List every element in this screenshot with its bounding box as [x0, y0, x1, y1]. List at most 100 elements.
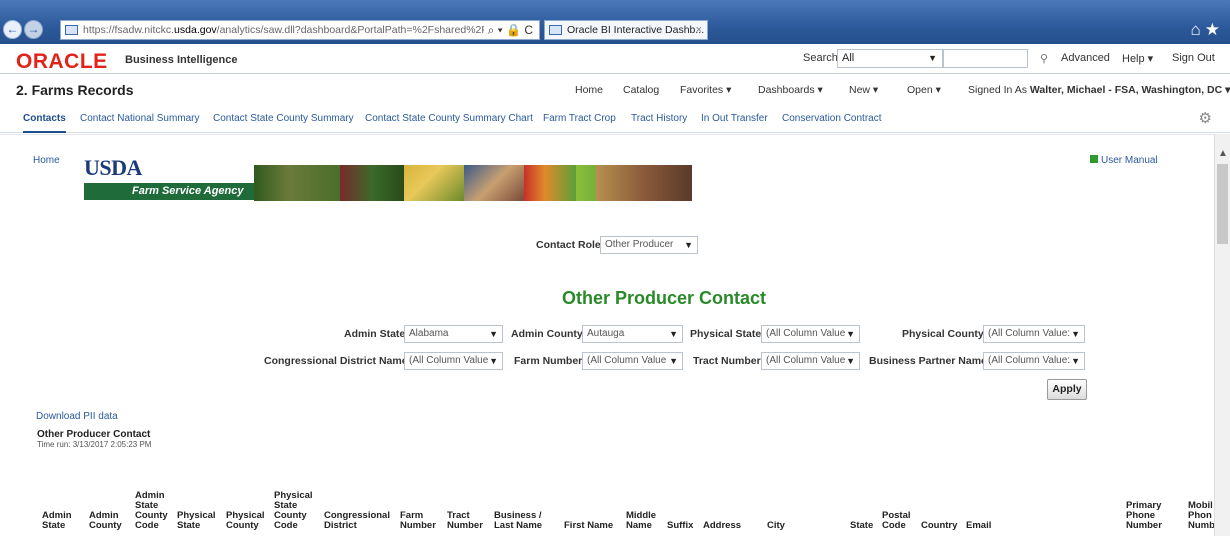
forward-arrow-icon[interactable]: →	[24, 20, 43, 39]
report-title: Other Producer Contact	[562, 288, 767, 308]
tab-farm-tract-crop[interactable]: Farm Tract Crop	[543, 113, 616, 124]
contact-role-select[interactable]: Other Producer ▼	[600, 236, 698, 254]
column-header[interactable]: First Name	[564, 521, 613, 531]
search-scope-select[interactable]: All ▼	[837, 49, 943, 68]
tab-title: Oracle BI Interactive Dashb...	[567, 24, 705, 36]
tab-conservation-contract[interactable]: Conservation Contract	[782, 113, 882, 124]
menu-catalog[interactable]: Catalog	[623, 84, 659, 96]
advanced-link[interactable]: Advanced	[1061, 52, 1110, 64]
table-header: Admin State Admin County Admin State Cou…	[36, 475, 1215, 535]
admin-county-select[interactable]: Autauga ▼	[582, 325, 683, 343]
flag-icon	[1090, 155, 1098, 163]
menu-home[interactable]: Home	[575, 84, 603, 96]
tab-contact-state-county-summary-chart[interactable]: Contact State County Summary Chart	[365, 113, 533, 124]
search-input[interactable]	[943, 49, 1028, 68]
apply-button[interactable]: Apply	[1047, 379, 1087, 400]
column-header[interactable]: Primary Phone Number	[1126, 501, 1162, 531]
chevron-down-icon: ▼	[846, 356, 855, 366]
column-header[interactable]: Email	[966, 521, 991, 531]
tab-contacts[interactable]: Contacts	[23, 113, 66, 133]
column-header[interactable]: Physical State County Code	[274, 491, 313, 531]
chevron-down-icon: ▼	[1071, 356, 1080, 366]
menu-dashboards[interactable]: Dashboards ▾	[758, 84, 823, 96]
browser-tab[interactable]: Oracle BI Interactive Dashb... ×	[544, 20, 708, 40]
page-icon	[65, 25, 78, 35]
menu-favorites[interactable]: Favorites ▾	[680, 84, 731, 96]
download-pii-link[interactable]: Download PII data	[36, 411, 118, 422]
column-header[interactable]: Business / Last Name	[494, 511, 542, 531]
chevron-down-icon: ▼	[669, 329, 678, 339]
address-bar[interactable]: https://fsadw.nitckc.usda.gov/analytics/…	[60, 20, 540, 40]
congressional-district-select[interactable]: (All Column Value ▼	[404, 352, 503, 370]
tab-page-icon	[549, 25, 562, 35]
user-manual-link[interactable]: User Manual	[1090, 155, 1158, 166]
dashboard-content: Home USDA Farm Service Agency User Manua…	[0, 134, 1215, 536]
column-header[interactable]: Physical State	[177, 511, 216, 531]
chevron-down-icon: ▼	[669, 356, 678, 366]
column-header[interactable]: Farm Number	[400, 511, 436, 531]
column-header[interactable]: Country	[921, 521, 957, 531]
column-header[interactable]: Mobil Phon Numb	[1188, 501, 1215, 531]
admin-state-select[interactable]: Alabama ▼	[404, 325, 503, 343]
admin-state-label: Admin State	[344, 328, 406, 340]
column-header[interactable]: Physical County	[226, 511, 265, 531]
time-run: Time run: 3/13/2017 2:05:23 PM	[37, 440, 152, 449]
home-link[interactable]: Home	[33, 155, 60, 166]
vertical-scrollbar[interactable]: ▲	[1214, 134, 1230, 536]
column-header[interactable]: Middle Name	[626, 511, 656, 531]
farm-number-select[interactable]: (All Column Value ▼	[582, 352, 683, 370]
sign-out-link[interactable]: Sign Out	[1172, 52, 1215, 64]
tract-number-select[interactable]: (All Column Value ▼	[761, 352, 860, 370]
column-header[interactable]: Postal Code	[882, 511, 911, 531]
menu-new[interactable]: New ▾	[849, 84, 878, 96]
column-header[interactable]: Admin State County Code	[135, 491, 168, 531]
column-header[interactable]: City	[767, 521, 785, 531]
column-header[interactable]: Tract Number	[447, 511, 483, 531]
chevron-down-icon: ▼	[846, 329, 855, 339]
search-label: Search	[803, 52, 838, 64]
back-arrow-icon[interactable]: ←	[3, 20, 22, 39]
tract-number-label: Tract Number	[693, 355, 761, 367]
help-menu[interactable]: Help ▾	[1122, 52, 1153, 65]
chevron-down-icon: ▼	[1071, 329, 1080, 339]
vegetables-photo	[524, 165, 576, 201]
business-partner-select[interactable]: (All Column Value: ▼	[983, 352, 1085, 370]
tab-close-icon[interactable]: ×	[696, 21, 702, 39]
column-header[interactable]: Admin County	[89, 511, 122, 531]
address-tools-icon[interactable]: ⌕ ▾ 🔒 C	[483, 21, 533, 39]
obiee-header: ORACLE Business Intelligence Search All …	[0, 44, 1230, 74]
column-header[interactable]: Address	[703, 521, 741, 531]
physical-county-select[interactable]: (All Column Value: ▼	[983, 325, 1085, 343]
column-header[interactable]: Congressional District	[324, 511, 390, 531]
tractor-photo	[254, 165, 340, 201]
dashboard-bar: 2. Farms Records Home Catalog Favorites …	[0, 75, 1230, 103]
physical-state-select[interactable]: (All Column Value ▼	[761, 325, 860, 343]
tab-in-out-transfer[interactable]: In Out Transfer	[701, 113, 768, 124]
column-header[interactable]: State	[850, 521, 873, 531]
chevron-down-icon: ▼	[684, 240, 693, 250]
farm-number-label: Farm Number	[514, 355, 583, 367]
scrollbar-thumb[interactable]	[1217, 164, 1228, 244]
chevron-down-icon: ▼	[489, 329, 498, 339]
field-photo	[596, 165, 692, 201]
menu-open[interactable]: Open ▾	[907, 84, 941, 96]
search-icon[interactable]: ⚲	[1040, 52, 1048, 65]
chevron-down-icon: ▼	[928, 53, 937, 63]
dashboard-tabs: Contacts Contact National Summary Contac…	[0, 103, 1230, 133]
column-header[interactable]: Admin State	[42, 511, 72, 531]
signed-in-user: Walter, Michael - FSA, Washington, DC ▾	[1029, 84, 1230, 96]
tab-contact-state-county-summary[interactable]: Contact State County Summary	[213, 113, 354, 124]
admin-county-label: Admin County	[511, 328, 583, 340]
chevron-up-icon[interactable]: ▲	[1218, 148, 1228, 159]
business-partner-label: Business Partner Name	[869, 355, 987, 367]
column-header[interactable]: Suffix	[667, 521, 693, 531]
browser-toolbar: ← → https://fsadw.nitckc.usda.gov/analyt…	[0, 0, 1230, 44]
home-star-icon[interactable]: ⌂★	[1190, 20, 1224, 40]
tab-tract-history[interactable]: Tract History	[631, 113, 687, 124]
url-path: /analytics/saw.dll?dashboard&PortalPath=…	[216, 24, 516, 36]
signed-in[interactable]: Signed In As Walter, Michael - FSA, Wash…	[968, 84, 1230, 96]
corn-photo	[404, 165, 464, 201]
gear-icon[interactable]: ⚙	[1199, 109, 1212, 127]
tab-contact-national-summary[interactable]: Contact National Summary	[80, 113, 200, 124]
product-name: Business Intelligence	[125, 54, 238, 66]
